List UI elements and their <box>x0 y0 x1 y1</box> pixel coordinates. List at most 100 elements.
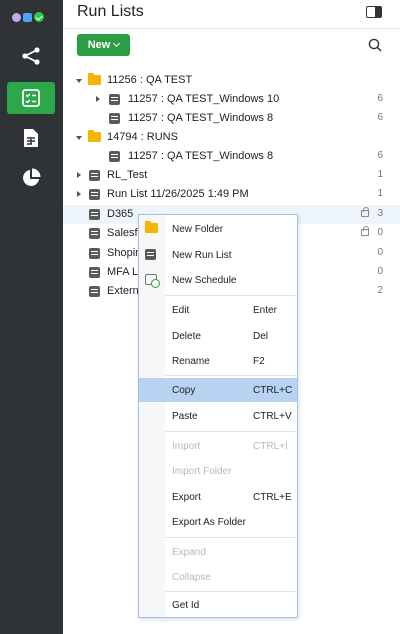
schedule-icon <box>145 274 160 288</box>
tree-item-label: RL_Test <box>107 169 148 181</box>
caret-down-icon[interactable] <box>76 136 82 140</box>
document-icon <box>24 129 38 147</box>
menu-item-new-run-list[interactable]: New Run List <box>139 243 297 267</box>
run-list-icon <box>109 113 120 124</box>
menu-item-label: Import Folder <box>172 466 232 477</box>
left-rail <box>0 0 63 634</box>
menu-item-collapse[interactable]: Collapse <box>139 565 297 589</box>
tree-item[interactable]: 11257 : QA TEST_Windows 8 6 <box>63 109 400 128</box>
menu-item-delete[interactable]: Delete Del <box>139 324 297 348</box>
caret-right-icon[interactable] <box>96 96 100 102</box>
item-count: 1 <box>377 169 383 180</box>
item-count: 6 <box>377 93 383 104</box>
item-count: 0 <box>377 266 383 277</box>
menu-item-expand[interactable]: Expand <box>139 540 297 564</box>
rail-flow-button[interactable] <box>7 40 55 72</box>
new-button[interactable]: New <box>77 34 130 56</box>
menu-item-label: Collapse <box>172 572 211 583</box>
run-list-icon <box>89 248 100 259</box>
item-count: 6 <box>377 112 383 123</box>
folder-icon <box>145 221 158 233</box>
menu-separator <box>165 295 297 296</box>
menu-item-shortcut: Enter <box>253 305 277 316</box>
tree-item[interactable]: 11257 : QA TEST_Windows 8 6 <box>63 147 400 166</box>
run-list-icon <box>89 209 100 220</box>
menu-item-label: Export As Folder <box>172 517 246 528</box>
menu-item-label: Expand <box>172 547 206 558</box>
menu-item-label: New Run List <box>172 250 232 261</box>
caret-right-icon[interactable] <box>77 172 81 178</box>
search-icon[interactable] <box>368 38 382 52</box>
run-list-icon <box>89 228 100 239</box>
item-count: 0 <box>377 247 383 258</box>
run-list-icon <box>89 170 100 181</box>
panel-toggle-icon[interactable] <box>366 6 382 18</box>
run-list-icon <box>109 94 120 105</box>
menu-item-label: Edit <box>172 305 190 316</box>
menu-item-shortcut: CTRL+I <box>253 441 288 452</box>
menu-item-label: Delete <box>172 331 201 342</box>
menu-item-import[interactable]: Import CTRL+I <box>139 434 297 458</box>
menu-item-import-folder[interactable]: Import Folder <box>139 459 297 483</box>
new-button-label: New <box>87 39 111 51</box>
menu-item-shortcut: CTRL+E <box>253 492 292 503</box>
tree-item[interactable]: Run List 11/26/2025 1:49 PM 1 <box>63 185 400 204</box>
tree-item-label: Run List 11/26/2025 1:49 PM <box>107 188 249 200</box>
item-count: 0 <box>377 227 383 238</box>
menu-item-get-id[interactable]: Get Id <box>139 593 297 617</box>
rail-reports-button[interactable] <box>7 122 55 154</box>
tree-folder[interactable]: 11256 : QA TEST <box>63 71 400 90</box>
lock-icon <box>361 226 369 236</box>
tree-item-label: 11257 : QA TEST_Windows 8 <box>128 112 274 124</box>
menu-item-export-as-folder[interactable]: Export As Folder <box>139 510 297 534</box>
tree-item[interactable]: RL_Test 1 <box>63 166 400 185</box>
context-menu: New Folder New Run List New Schedule Edi… <box>138 214 298 618</box>
run-list-icon <box>89 286 100 297</box>
menu-item-shortcut: Del <box>253 331 269 342</box>
chevron-down-icon <box>113 39 121 48</box>
logo-square-blue <box>23 12 32 22</box>
run-list-icon <box>89 189 100 200</box>
menu-item-rename[interactable]: Rename F2 <box>139 349 297 373</box>
tree-item-label: Extern <box>107 285 139 297</box>
rail-runlists-button[interactable] <box>7 82 55 114</box>
menu-item-paste[interactable]: Paste CTRL+V <box>139 404 297 428</box>
item-count: 1 <box>377 188 383 199</box>
rail-dashboard-button[interactable] <box>7 162 55 194</box>
menu-separator <box>165 431 297 432</box>
menu-item-label: New Schedule <box>172 275 237 286</box>
menu-item-label: Export <box>172 492 201 503</box>
tree-item-label: Shopin <box>107 247 142 259</box>
flow-icon <box>22 47 40 65</box>
run-list-icon <box>89 267 100 278</box>
menu-item-label: Copy <box>172 385 196 396</box>
folder-icon <box>88 130 101 142</box>
menu-item-copy[interactable]: Copy CTRL+C <box>139 378 297 402</box>
lock-icon <box>361 207 369 217</box>
tree-item-label: MFA L <box>107 266 139 278</box>
tree-item-label: 11257 : QA TEST_Windows 10 <box>128 93 280 105</box>
menu-item-label: New Folder <box>172 224 224 235</box>
header-divider <box>63 28 400 29</box>
tree-item-label: 14794 : RUNS <box>107 131 178 143</box>
logo-dot-purple <box>12 12 21 22</box>
menu-item-label: Rename <box>172 356 210 367</box>
menu-separator <box>165 591 297 592</box>
menu-item-shortcut: CTRL+V <box>253 411 292 422</box>
run-list-icon <box>109 151 120 162</box>
folder-icon <box>88 73 101 85</box>
menu-item-export[interactable]: Export CTRL+E <box>139 485 297 509</box>
checklist-icon <box>22 89 40 107</box>
tree-item-label: 11256 : QA TEST <box>107 74 193 86</box>
tree-folder[interactable]: 14794 : RUNS <box>63 128 400 147</box>
menu-item-label: Import <box>172 441 201 452</box>
page-title: Run Lists <box>77 3 144 20</box>
menu-item-new-schedule[interactable]: New Schedule <box>139 268 297 292</box>
caret-down-icon[interactable] <box>76 79 82 83</box>
item-count: 6 <box>377 150 383 161</box>
menu-item-edit[interactable]: Edit Enter <box>139 298 297 322</box>
tree-item[interactable]: 11257 : QA TEST_Windows 10 6 <box>63 90 400 109</box>
app-logo <box>12 11 44 23</box>
menu-item-new-folder[interactable]: New Folder <box>139 217 297 241</box>
caret-right-icon[interactable] <box>77 191 81 197</box>
